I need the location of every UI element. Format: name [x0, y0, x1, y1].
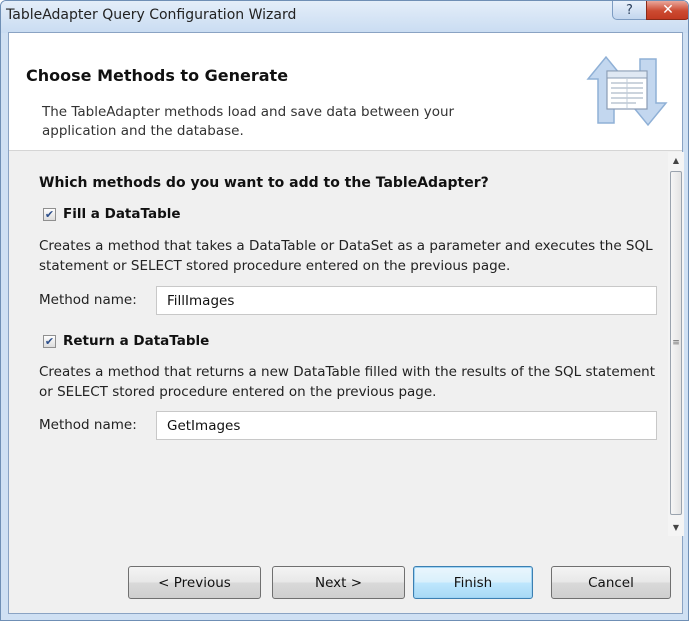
- fill-datatable-checkbox[interactable]: ✔: [43, 208, 56, 221]
- return-datatable-checkbox[interactable]: ✔: [43, 335, 56, 348]
- fill-datatable-label[interactable]: Fill a DataTable: [63, 206, 181, 222]
- options-panel: Which methods do you want to add to the …: [9, 152, 684, 536]
- help-icon: ?: [626, 2, 633, 18]
- cancel-button[interactable]: Cancel: [551, 566, 671, 599]
- page-title: Choose Methods to Generate: [26, 66, 289, 85]
- client-area: Choose Methods to Generate The TableAdap…: [8, 32, 684, 615]
- page-description: The TableAdapter methods load and save d…: [42, 104, 455, 139]
- scroll-up-arrow-icon[interactable]: ▲: [668, 152, 684, 169]
- methods-question: Which methods do you want to add to the …: [39, 175, 489, 191]
- get-method-name-input[interactable]: [156, 411, 657, 440]
- get-method-name-label: Method name:: [39, 417, 137, 433]
- fill-method-name-input[interactable]: [156, 286, 657, 315]
- fill-method-name-label: Method name:: [39, 292, 137, 308]
- checkmark-icon: ✔: [44, 208, 55, 221]
- help-button[interactable]: ?: [612, 1, 647, 20]
- return-datatable-description: Creates a method that returns a new Data…: [39, 364, 656, 400]
- previous-button[interactable]: < Previous: [128, 566, 261, 599]
- checkmark-icon: ✔: [44, 335, 55, 348]
- scrollbar-thumb[interactable]: ≡: [670, 171, 682, 515]
- table-sync-icon: [586, 55, 668, 127]
- return-datatable-label[interactable]: Return a DataTable: [63, 333, 209, 349]
- vertical-scrollbar[interactable]: ▲ ≡ ▼: [668, 152, 684, 536]
- wizard-footer: < Previous Next > Finish Cancel: [9, 536, 682, 615]
- fill-datatable-description: Creates a method that takes a DataTable …: [39, 238, 653, 274]
- scroll-down-arrow-icon[interactable]: ▼: [668, 519, 684, 536]
- wizard-header: Choose Methods to Generate The TableAdap…: [9, 33, 682, 151]
- next-button[interactable]: Next >: [272, 566, 405, 599]
- grip-icon: ≡: [672, 338, 680, 348]
- finish-button[interactable]: Finish: [413, 566, 533, 599]
- close-icon: ✕: [662, 2, 674, 18]
- close-button[interactable]: ✕: [646, 1, 688, 20]
- window-title: TableAdapter Query Configuration Wizard: [6, 7, 297, 23]
- title-bar[interactable]: TableAdapter Query Configuration Wizard …: [1, 1, 688, 33]
- wizard-window: TableAdapter Query Configuration Wizard …: [0, 0, 689, 621]
